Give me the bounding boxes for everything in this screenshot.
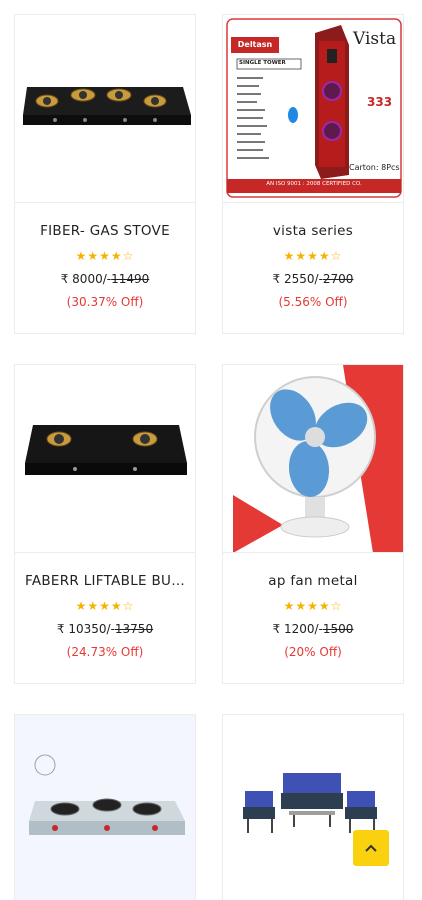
product-name[interactable]: FIBER- GAS STOVE <box>15 223 195 239</box>
product-card-ap-fan-metal[interactable]: ap fan metal ★★★★☆ ₹ 1200/-1500 (20% Off… <box>222 364 404 684</box>
product-name[interactable]: vista series <box>223 223 403 239</box>
product-card-vista-series[interactable]: Deltasn SINGLE TOWER Vista 333 Carton: 8… <box>222 14 404 334</box>
product-card-gas-stove[interactable]: FIBER- GAS STOVE ★★★★☆ ₹ 8000/-11490 (30… <box>14 14 196 334</box>
product-name[interactable]: FABERR LIFTABLE BUR... <box>15 573 195 589</box>
discount-label: (5.56% Off) <box>278 295 348 309</box>
rating-stars: ★★★★☆ <box>283 599 343 613</box>
discount-label: (30.37% Off) <box>66 295 144 309</box>
discount-label: (20% Off) <box>284 645 342 659</box>
vista-box-carton: Carton: 8Pcs <box>349 163 400 172</box>
product-image-vista-series[interactable]: Deltasn SINGLE TOWER Vista 333 Carton: 8… <box>223 15 403 203</box>
current-price: ₹ 8000/- <box>60 272 112 286</box>
current-price: ₹ 2550/- <box>272 272 323 286</box>
vista-box-subtitle: SINGLE TOWER <box>239 60 286 66</box>
product-image-glass-stove[interactable] <box>15 715 195 900</box>
old-price: 11490 <box>111 272 150 286</box>
current-price: ₹ 10350/- <box>56 622 115 636</box>
rating-stars: ★★★★☆ <box>75 249 135 263</box>
product-image-faberr-burner[interactable] <box>15 365 195 553</box>
price: ₹ 8000/-11490 <box>15 272 195 286</box>
price: ₹ 1200/-1500 <box>223 622 403 636</box>
price: ₹ 10350/-13750 <box>15 622 195 636</box>
old-price: 13750 <box>114 622 154 636</box>
product-image-sofa-set[interactable] <box>223 715 403 900</box>
vista-brand-badge: Deltasn <box>237 40 273 49</box>
vista-box-footer: AN ISO 9001 : 2008 CERTIFIED CO. <box>266 181 362 187</box>
scroll-to-top-button[interactable] <box>353 830 389 866</box>
rating-stars: ★★★★☆ <box>75 599 135 613</box>
rating-stars: ★★★★☆ <box>283 249 343 263</box>
current-price: ₹ 1200/- <box>272 622 323 636</box>
chevron-up-icon <box>365 844 377 852</box>
product-image-ap-fan-metal[interactable] <box>223 365 403 553</box>
vista-box-model: 333 <box>367 95 393 109</box>
old-price: 1500 <box>322 622 354 636</box>
discount-label: (24.73% Off) <box>66 645 144 659</box>
product-image-gas-stove[interactable] <box>15 15 195 203</box>
vista-box-title: Vista <box>353 29 397 49</box>
product-card-faberr-burner[interactable]: FABERR LIFTABLE BUR... ★★★★☆ ₹ 10350/-13… <box>14 364 196 684</box>
product-card-sofa-set[interactable] <box>222 714 404 900</box>
old-price: 2700 <box>322 272 354 286</box>
product-card-glass-stove[interactable] <box>14 714 196 900</box>
price: ₹ 2550/-2700 <box>223 272 403 286</box>
product-name[interactable]: ap fan metal <box>223 573 403 589</box>
